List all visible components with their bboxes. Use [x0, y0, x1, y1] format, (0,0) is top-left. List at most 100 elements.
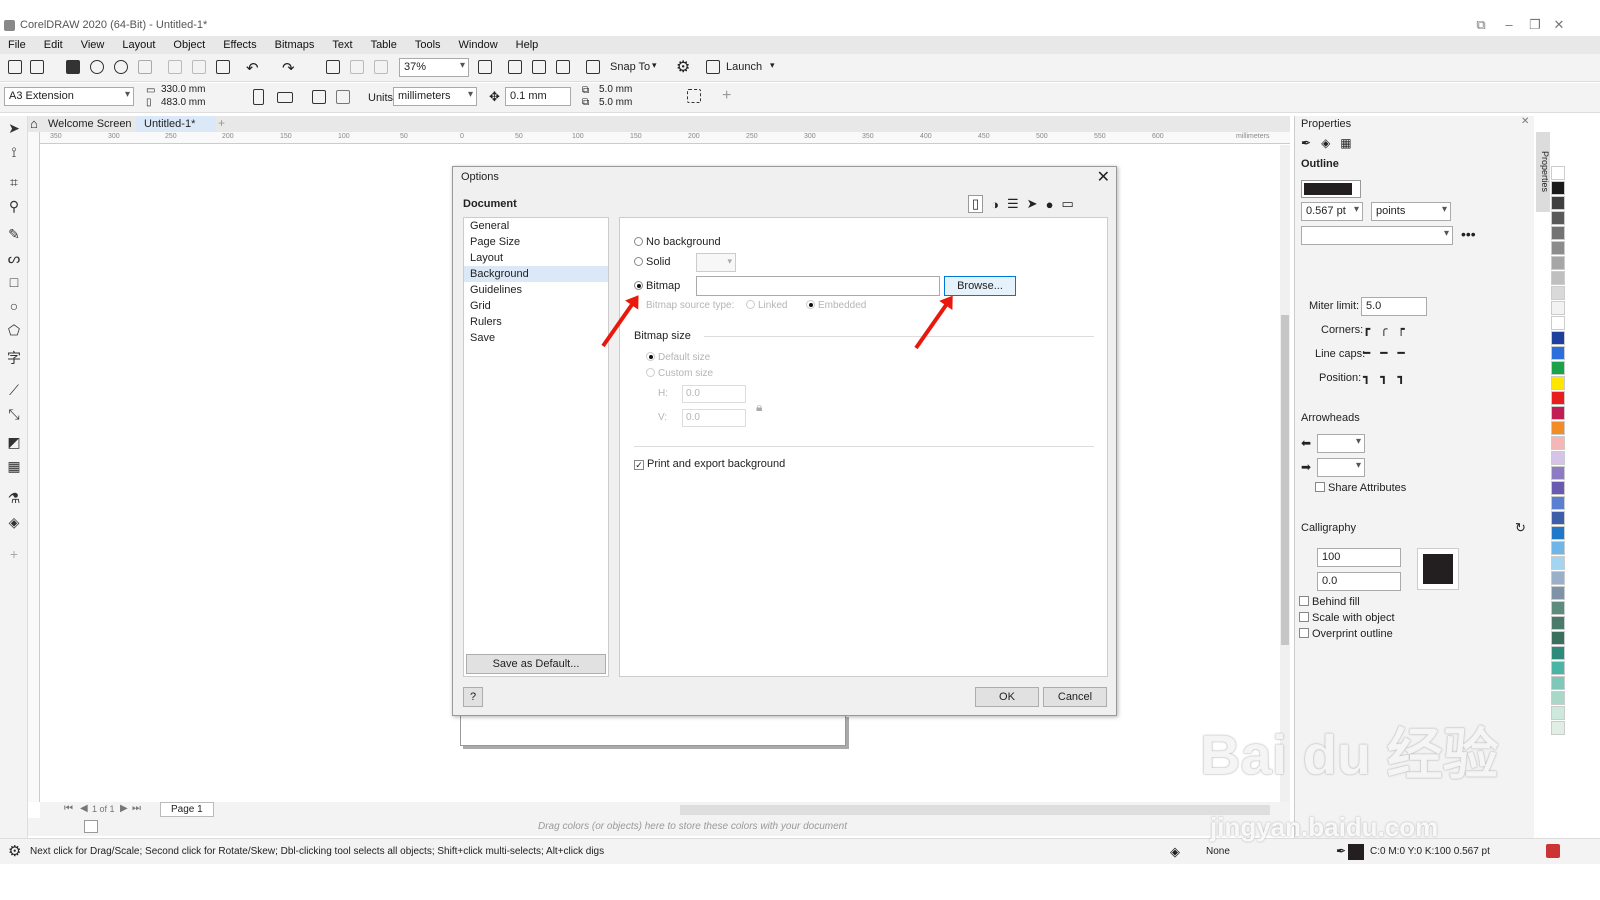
snap-to-button[interactable]: Snap To [610, 61, 650, 73]
snap-off-icon[interactable] [586, 60, 600, 74]
fill-tab-icon[interactable]: ◈ [1321, 136, 1330, 150]
add-icon[interactable]: + [722, 87, 731, 105]
redo-icon[interactable]: ↷ [282, 59, 295, 77]
restore-down-icon[interactable]: ⧉ [1474, 18, 1488, 32]
position-inside-icon[interactable]: ┓ [1397, 370, 1404, 384]
palette-swatch[interactable] [1551, 571, 1565, 585]
stretch-field[interactable]: 100 [1317, 548, 1401, 567]
no-background-option[interactable]: No background [634, 236, 721, 248]
help-button[interactable]: ? [463, 687, 483, 707]
fill-status-icon[interactable]: ◈ [1170, 844, 1180, 860]
palette-swatch[interactable] [1551, 391, 1565, 405]
drop-shadow-icon[interactable]: ◩ [6, 434, 22, 450]
palette-swatch[interactable] [1551, 646, 1565, 660]
menu-view[interactable]: View [81, 39, 105, 51]
nav-background[interactable]: Background [464, 266, 608, 282]
palette-swatch[interactable] [1551, 496, 1565, 510]
palette-swatch[interactable] [1551, 226, 1565, 240]
palette-swatch[interactable] [1551, 256, 1565, 270]
behind-fill-checkbox[interactable] [1299, 596, 1309, 606]
palette-swatch[interactable] [1551, 436, 1565, 450]
menu-help[interactable]: Help [516, 39, 539, 51]
palette-swatch[interactable] [1551, 406, 1565, 420]
launch-icon[interactable] [706, 60, 720, 74]
position-center-icon[interactable]: ┓ [1380, 370, 1387, 384]
palette-swatch[interactable] [1551, 301, 1565, 315]
cloud-download-icon[interactable] [114, 60, 128, 74]
tools-category-icon[interactable]: ➤ [1027, 196, 1038, 212]
zoom-level-select[interactable]: 37% [399, 58, 469, 77]
next-page-icon[interactable]: ▶ [120, 803, 128, 814]
palette-swatch[interactable] [1551, 601, 1565, 615]
notification-icon[interactable] [1546, 844, 1560, 858]
crop-tool-icon[interactable]: ⌗ [6, 174, 22, 190]
palette-swatch[interactable] [1551, 526, 1565, 540]
properties-side-tab[interactable]: Properties [1536, 132, 1550, 212]
dialog-close-icon[interactable]: ✕ [1097, 167, 1110, 187]
appearance-category-icon[interactable]: ◑ [991, 197, 999, 212]
line-style-select[interactable] [1301, 226, 1453, 245]
ellipse-tool-icon[interactable]: ○ [6, 298, 22, 314]
text-tool-icon[interactable]: 字 [6, 350, 22, 366]
start-arrowhead-select[interactable] [1317, 434, 1365, 453]
palette-swatch[interactable] [1551, 316, 1565, 330]
freehand-tool-icon[interactable]: ✎ [6, 226, 22, 242]
transparency-tab-icon[interactable]: ▦ [1340, 136, 1351, 150]
outline-width-field[interactable]: 0.567 pt [1301, 202, 1363, 221]
artistic-media-icon[interactable]: ᔕ [6, 250, 22, 266]
bitmap-radio[interactable] [634, 281, 643, 290]
page-tab[interactable]: Page 1 [160, 802, 214, 817]
menu-edit[interactable]: Edit [44, 39, 63, 51]
undo-icon[interactable]: ↶ [246, 59, 259, 77]
share-attributes-checkbox[interactable] [1315, 482, 1325, 492]
menu-layout[interactable]: Layout [122, 39, 155, 51]
corner-miter-icon[interactable]: ┏ [1363, 322, 1370, 336]
polygon-tool-icon[interactable]: ⬠ [6, 322, 22, 338]
corner-round-icon[interactable]: ╭ [1380, 322, 1387, 336]
shape-tool-icon[interactable]: ⟟ [6, 144, 22, 160]
palette-swatch[interactable] [1551, 466, 1565, 480]
zoom-tool-icon[interactable]: ⚲ [6, 198, 22, 214]
menu-text[interactable]: Text [332, 39, 352, 51]
palette-swatch[interactable] [1551, 361, 1565, 375]
ok-button[interactable]: OK [975, 687, 1039, 707]
cap-square-icon[interactable]: ━ [1397, 346, 1404, 360]
solid-option[interactable]: Solid [634, 256, 670, 268]
cut-icon[interactable] [168, 60, 182, 74]
cloud-upload-icon[interactable] [90, 60, 104, 74]
palette-swatch[interactable] [1551, 346, 1565, 360]
palette-swatch[interactable] [1551, 661, 1565, 675]
document-page[interactable] [460, 714, 846, 746]
nav-save[interactable]: Save [464, 330, 608, 346]
page-width-field[interactable]: 330.0 mm [158, 84, 228, 97]
no-background-radio[interactable] [634, 237, 643, 246]
display-category-icon[interactable]: ▭ [1061, 196, 1073, 212]
palette-swatch[interactable] [1551, 166, 1565, 180]
print-export-option[interactable]: ✓ Print and export background [634, 458, 785, 470]
bitmap-option[interactable]: Bitmap [634, 280, 680, 292]
menu-table[interactable]: Table [371, 39, 397, 51]
cancel-button[interactable]: Cancel [1043, 687, 1107, 707]
transparency-icon[interactable]: ▦ [6, 458, 22, 474]
first-page-icon[interactable]: ⏮ [64, 803, 73, 814]
more-icon[interactable]: ••• [1461, 226, 1476, 242]
grid-icon[interactable] [532, 60, 546, 74]
connector-tool-icon[interactable]: ⤡ [6, 406, 22, 422]
palette-swatch[interactable] [1551, 541, 1565, 555]
duplicate-y-field[interactable]: 5.0 mm [596, 97, 666, 110]
reset-icon[interactable]: ↻ [1515, 520, 1526, 536]
minimize-icon[interactable]: – [1502, 18, 1516, 32]
palette-swatch[interactable] [1551, 511, 1565, 525]
new-tab-icon[interactable]: + [218, 116, 225, 130]
palette-swatch[interactable] [1551, 271, 1565, 285]
new-document-icon[interactable] [8, 60, 22, 74]
browse-button[interactable]: Browse... [944, 276, 1016, 296]
palette-swatch[interactable] [1551, 556, 1565, 570]
nav-grid[interactable]: Grid [464, 298, 608, 314]
horizontal-scrollbar[interactable] [680, 805, 1270, 815]
dimension-tool-icon[interactable]: ⟋ [6, 382, 22, 398]
palette-swatch[interactable] [1551, 706, 1565, 720]
prev-page-icon[interactable]: ◀ [80, 803, 88, 814]
all-pages-icon[interactable] [312, 90, 326, 104]
palette-swatch[interactable] [1551, 616, 1565, 630]
